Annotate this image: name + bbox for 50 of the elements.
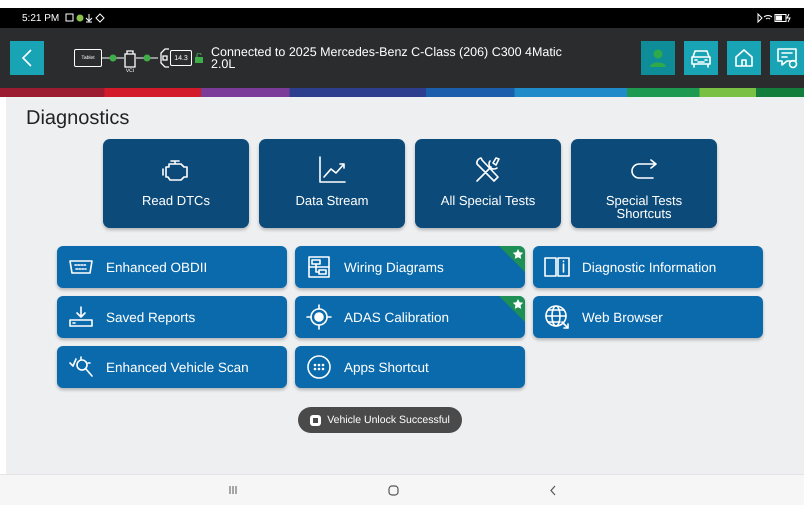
- feedback-button[interactable]: [770, 41, 804, 75]
- back-chevron-icon: [21, 48, 33, 68]
- tile-button[interactable]: Special Tests Shortcuts: [571, 139, 717, 228]
- connector-icon: [68, 259, 94, 275]
- engine-icon: [161, 158, 191, 182]
- car-icon: [690, 48, 712, 68]
- line-chart-icon: [317, 155, 347, 185]
- back-button[interactable]: [10, 41, 44, 75]
- toast-text: Vehicle Unlock Successful: [327, 414, 450, 426]
- unlocked-padlock-icon: [195, 53, 203, 63]
- clock: 5:21 PM: [22, 12, 60, 24]
- home-button[interactable]: [388, 484, 398, 496]
- menu-button[interactable]: Enhanced OBDII: [57, 246, 287, 288]
- tile-button[interactable]: All Special Tests: [415, 139, 561, 228]
- home-icon: [734, 48, 754, 68]
- app-badge-icon: [310, 414, 322, 426]
- wrench-screwdriver-icon: [473, 155, 503, 185]
- recent-apps-button[interactable]: [228, 485, 238, 495]
- link-check-icon: [136, 54, 158, 62]
- chat-bubble-icon: [776, 47, 798, 69]
- magnifier-icon: [68, 355, 94, 379]
- tile-button[interactable]: Read DTCs: [103, 139, 249, 228]
- diagram-icon: [307, 255, 331, 279]
- menu-button[interactable]: Diagnostic Information: [533, 246, 763, 288]
- vehicle-button[interactable]: [684, 41, 718, 75]
- tile-button[interactable]: Data Stream: [259, 139, 405, 228]
- connection-status: Connected to 2025 Mercedes-Benz C-Class (206) C300 4Matic 2.0L: [211, 46, 563, 70]
- book-info-icon: [543, 256, 571, 278]
- download-tray-icon: [68, 305, 94, 329]
- menu-button[interactable]: Apps Shortcut: [295, 346, 525, 388]
- page-title: Diagnostics: [26, 107, 130, 130]
- car-front-icon: [158, 48, 170, 68]
- menu-button[interactable]: Wiring Diagrams: [295, 246, 525, 288]
- menu-button[interactable]: Web Browser: [533, 296, 763, 338]
- menu-button[interactable]: Enhanced Vehicle Scan: [57, 346, 287, 388]
- target-icon: [306, 304, 332, 330]
- globe-icon: [544, 304, 570, 330]
- apps-grid-icon: [306, 354, 332, 380]
- menu-button[interactable]: ADAS Calibration: [295, 296, 525, 338]
- back-chevron-icon: [548, 484, 556, 496]
- notification-icons: [65, 13, 106, 23]
- link-check-icon: [102, 54, 124, 62]
- system-status-icons: [756, 13, 792, 23]
- back-nav-button[interactable]: [548, 484, 556, 496]
- redirect-arrow-icon: [629, 158, 659, 182]
- menu-button[interactable]: Saved Reports: [57, 296, 287, 338]
- recent-apps-icon: [228, 485, 238, 495]
- home-button[interactable]: [727, 41, 761, 75]
- vci-device-icon: [124, 50, 136, 68]
- person-icon: [648, 48, 668, 68]
